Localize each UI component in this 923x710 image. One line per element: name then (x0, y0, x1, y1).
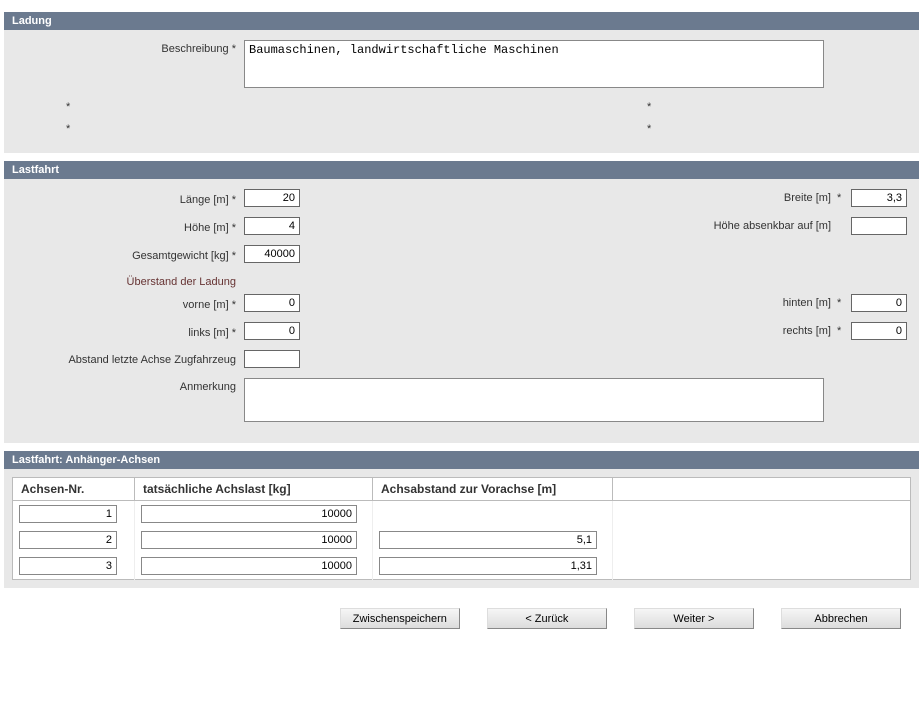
required-marker: * (16, 101, 76, 113)
table-row (13, 527, 911, 553)
vorne-input[interactable] (244, 294, 300, 312)
hoehe-label: Höhe [m] (184, 222, 229, 234)
achsen-nr-input[interactable] (19, 531, 117, 549)
beschreibung-label: Beschreibung * (16, 40, 244, 55)
required-marker: * (16, 123, 76, 135)
achsen-header: Lastfahrt: Anhänger-Achsen (4, 451, 919, 469)
lastfahrt-header: Lastfahrt (4, 161, 919, 179)
beschreibung-textarea[interactable]: Baumaschinen, landwirtschaftliche Maschi… (244, 40, 824, 88)
rechts-input[interactable] (851, 322, 907, 340)
links-input[interactable] (244, 322, 300, 340)
achsabstand-input[interactable] (379, 531, 597, 549)
achslast-input[interactable] (141, 505, 357, 523)
abstand-input[interactable] (244, 350, 300, 368)
table-row (13, 501, 911, 528)
gesamtgewicht-label: Gesamtgewicht [kg] (132, 250, 229, 262)
table-row (13, 553, 911, 580)
breite-label: Breite [m] (784, 192, 831, 204)
lastfahrt-panel: Länge [m] * Breite [m] * Höhe [m] * Höhe… (4, 179, 919, 443)
required-marker: * (647, 101, 907, 113)
achsen-nr-input[interactable] (19, 505, 117, 523)
weiter-button[interactable]: Weiter > (634, 608, 754, 629)
achsen-nr-input[interactable] (19, 557, 117, 575)
abbrechen-button[interactable]: Abbrechen (781, 608, 901, 629)
achsen-panel: Achsen-Nr. tatsächliche Achslast [kg] Ac… (4, 469, 919, 588)
ladung-panel: Beschreibung * Baumaschinen, landwirtsch… (4, 30, 919, 153)
required-marker: * (647, 123, 907, 135)
hoehe-absenkbar-input[interactable] (851, 217, 907, 235)
button-bar: Zwischenspeichern < Zurück Weiter > Abbr… (4, 588, 919, 637)
laenge-input[interactable] (244, 189, 300, 207)
zurueck-button[interactable]: < Zurück (487, 608, 607, 629)
abstand-label: Abstand letzte Achse Zugfahrzeug (16, 351, 244, 367)
ladung-header: Ladung (4, 12, 919, 30)
col-achsen-nr: Achsen-Nr. (13, 478, 135, 501)
achsen-table: Achsen-Nr. tatsächliche Achslast [kg] Ac… (12, 477, 911, 580)
anmerkung-textarea[interactable] (244, 378, 824, 422)
laenge-label: Länge [m] (180, 194, 229, 206)
breite-input[interactable] (851, 189, 907, 207)
col-achslast: tatsächliche Achslast [kg] (135, 478, 373, 501)
anmerkung-label: Anmerkung (16, 378, 244, 393)
vorne-label: vorne [m] (183, 299, 229, 311)
achslast-input[interactable] (141, 531, 357, 549)
hinten-input[interactable] (851, 294, 907, 312)
gesamtgewicht-input[interactable] (244, 245, 300, 263)
col-blank (613, 478, 911, 501)
col-achsabstand: Achsabstand zur Vorachse [m] (373, 478, 613, 501)
hinten-label: hinten [m] (783, 297, 831, 309)
achslast-input[interactable] (141, 557, 357, 575)
rechts-label: rechts [m] (783, 325, 831, 337)
links-label: links [m] (188, 327, 228, 339)
zwischenspeichern-button[interactable]: Zwischenspeichern (340, 608, 460, 629)
ueberstand-heading: Überstand der Ladung (16, 273, 244, 288)
achsabstand-input[interactable] (379, 557, 597, 575)
hoehe-absenkbar-label: Höhe absenkbar auf [m] (714, 220, 831, 232)
hoehe-input[interactable] (244, 217, 300, 235)
